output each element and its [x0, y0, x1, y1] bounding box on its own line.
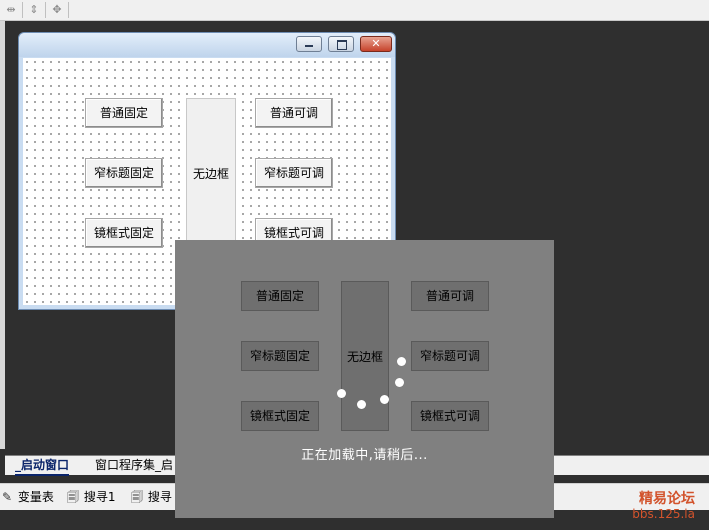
- tab-window-assembly[interactable]: 窗口程序集_启: [95, 457, 173, 474]
- search-icon: 🗐: [131, 490, 143, 504]
- equal-width-icon[interactable]: ⇹: [3, 2, 19, 17]
- watermark-url: bbs.125.la: [632, 507, 695, 521]
- toolbar-separator: [45, 2, 46, 18]
- normal-fixed-button[interactable]: 普通固定: [85, 98, 163, 128]
- watermark-title: 精易论坛: [639, 491, 695, 507]
- overlay-narrow-title-fixed-button: 窄标题固定: [241, 341, 319, 371]
- search2-label: 搜寻: [147, 490, 172, 504]
- overlay-mirror-frame-adjustable-button: 镜框式可调: [411, 401, 489, 431]
- normal-adjustable-button[interactable]: 普通可调: [255, 98, 333, 128]
- variables-icon: ✎: [1, 490, 13, 504]
- equal-height-icon[interactable]: ⇕: [26, 2, 42, 17]
- minimize-icon: [305, 45, 313, 47]
- spinner-dot: [337, 389, 346, 398]
- close-icon: ✕: [371, 37, 381, 50]
- spinner-dot: [397, 357, 406, 366]
- borderless-panel[interactable]: 无边框: [186, 98, 236, 248]
- maximize-icon: [337, 40, 347, 50]
- window-title-bar[interactable]: ✕: [19, 33, 395, 57]
- alignment-toolbar: ⇹ ⇕ ✥: [0, 0, 709, 21]
- overlay-normal-adjustable-button: 普通可调: [411, 281, 489, 311]
- minimize-button[interactable]: [296, 36, 322, 52]
- spinner-dot: [380, 395, 389, 404]
- search2-tab[interactable]: 🗐 搜寻: [130, 489, 172, 505]
- overlay-normal-fixed-button: 普通固定: [241, 281, 319, 311]
- overlay-borderless-panel: 无边框: [341, 281, 389, 431]
- mirror-frame-fixed-button[interactable]: 镜框式固定: [85, 218, 163, 248]
- toolbar-separator: [68, 2, 69, 18]
- spinner-dot: [395, 378, 404, 387]
- spinner-dot: [357, 400, 366, 409]
- search1-label: 搜寻1: [83, 490, 116, 504]
- loading-overlay: 普通固定 窄标题固定 镜框式固定 无边框 普通可调 窄标题可调 镜框式可调 正在…: [175, 240, 554, 518]
- narrow-title-adjustable-button[interactable]: 窄标题可调: [255, 158, 333, 188]
- forum-watermark: 精易论坛 bbs.125.la: [632, 488, 695, 521]
- left-ruler: [0, 21, 5, 449]
- narrow-title-fixed-button[interactable]: 窄标题固定: [85, 158, 163, 188]
- overlay-narrow-title-adjustable-button: 窄标题可调: [411, 341, 489, 371]
- close-button[interactable]: ✕: [360, 36, 392, 52]
- search-icon: 🗐: [67, 490, 79, 504]
- variables-label: 变量表: [17, 490, 54, 504]
- search1-tab[interactable]: 🗐 搜寻1: [66, 489, 115, 505]
- overlay-mirror-frame-fixed-button: 镜框式固定: [241, 401, 319, 431]
- equal-size-icon[interactable]: ✥: [49, 2, 65, 17]
- maximize-button[interactable]: [328, 36, 354, 52]
- variables-tab[interactable]: ✎ 变量表: [0, 489, 54, 505]
- loading-message: 正在加载中,请稍后...: [301, 448, 428, 463]
- toolbar-separator: [22, 2, 23, 18]
- tab-startup-window[interactable]: _启动窗口: [15, 457, 70, 476]
